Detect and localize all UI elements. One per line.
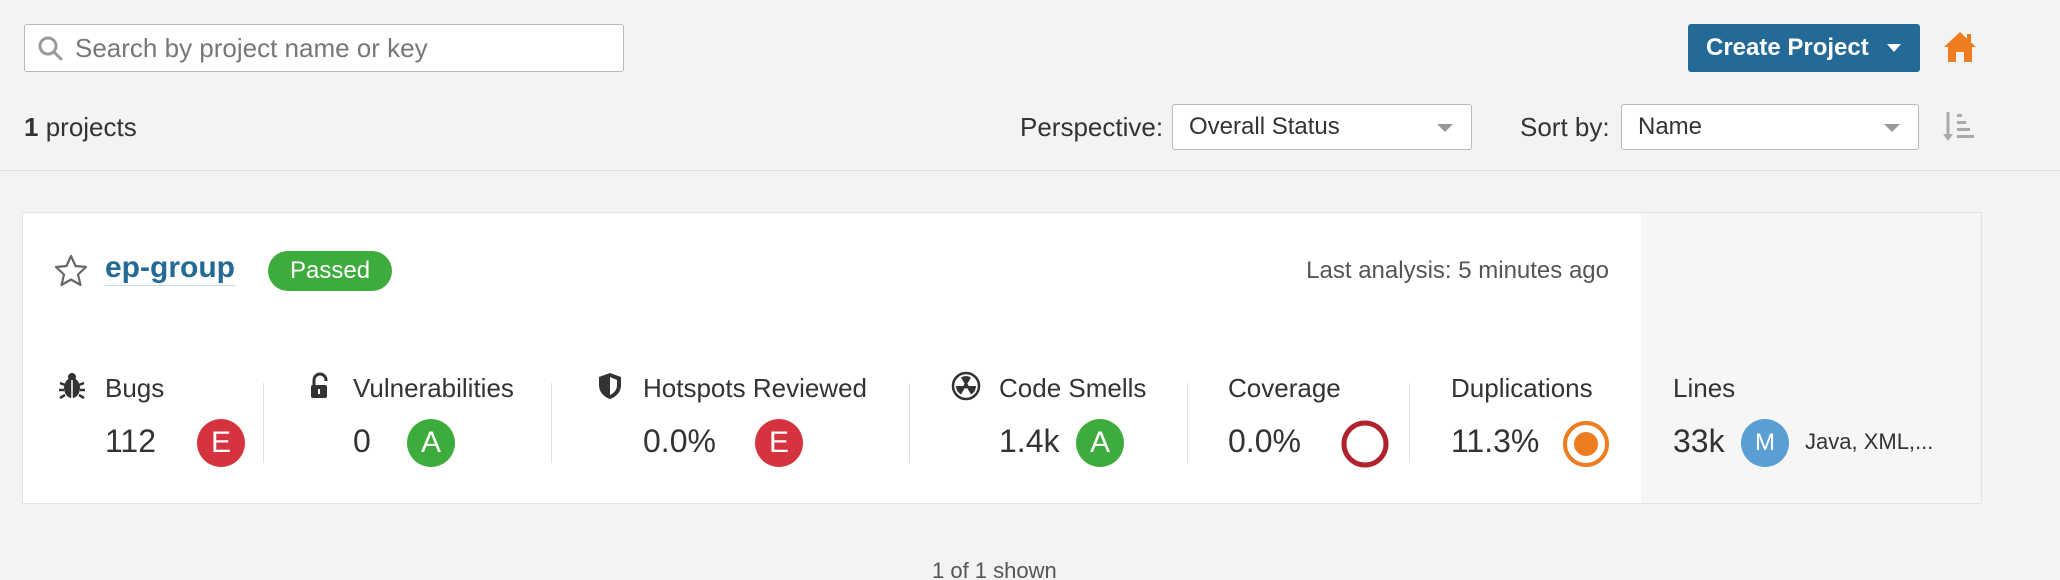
quality-gate-badge: Passed: [268, 251, 393, 291]
header-divider: [0, 170, 2060, 171]
metric-divider: [909, 383, 910, 463]
project-count-label: projects: [45, 112, 137, 142]
rating-badge: E: [197, 419, 245, 467]
metric-divider: [1409, 383, 1410, 463]
shield-icon: [599, 373, 621, 399]
project-name-link[interactable]: ep-group: [105, 251, 235, 286]
metric-title: Duplications: [1451, 373, 1593, 403]
rating-badge: A: [407, 419, 455, 467]
rating-badge: A: [1076, 419, 1124, 467]
metric-value: 33k: [1673, 423, 1725, 459]
project-card: ep-group Passed Last analysis: 5 minutes…: [22, 212, 1982, 504]
metric-value: 1.4k: [999, 423, 1060, 459]
star-icon[interactable]: [53, 253, 89, 289]
sort-order-icon[interactable]: [1942, 108, 1978, 144]
metric-value: 0: [353, 423, 371, 459]
bug-icon: [59, 373, 85, 400]
home-icon[interactable]: [1942, 30, 1978, 64]
metric-divider: [551, 383, 552, 463]
create-project-label: Create Project: [1706, 34, 1869, 61]
metric-title: Hotspots Reviewed: [643, 373, 867, 403]
caret-down-icon: [1886, 44, 1901, 52]
rating-badge: E: [755, 419, 803, 467]
chevron-down-icon: [1884, 124, 1900, 132]
metric-title: Lines: [1673, 373, 1736, 403]
search-box[interactable]: [24, 24, 624, 72]
metric-title: Coverage: [1228, 373, 1341, 403]
last-analysis: Last analysis: 5 minutes ago: [1306, 257, 1609, 284]
metric-title: Vulnerabilities: [353, 373, 514, 403]
perspective-select[interactable]: Overall Status: [1172, 104, 1472, 150]
perspective-value: Overall Status: [1189, 113, 1340, 140]
perspective-label: Perspective:: [1020, 112, 1164, 142]
languages-list: Java, XML,...: [1805, 429, 1934, 454]
sort-label: Sort by:: [1520, 112, 1610, 142]
radiation-icon: [951, 371, 981, 401]
metric-value: 0.0%: [643, 423, 716, 459]
unlock-icon: [311, 372, 328, 398]
project-count: 1 projects: [24, 112, 137, 143]
metric-value: 11.3%: [1451, 423, 1540, 459]
shown-count: 1 of 1 shown: [932, 558, 1057, 580]
search-input[interactable]: [75, 32, 615, 64]
sort-select[interactable]: Name: [1621, 104, 1919, 150]
project-count-number: 1: [24, 112, 39, 142]
metric-value: 0.0%: [1228, 423, 1301, 459]
duplications-ring-icon: [1563, 421, 1609, 467]
metric-title: Bugs: [105, 373, 165, 403]
coverage-ring-icon: [1341, 420, 1389, 468]
create-project-button[interactable]: Create Project: [1688, 24, 1920, 72]
metric-divider: [1187, 383, 1188, 463]
search-icon: [38, 36, 63, 61]
size-badge: M: [1741, 419, 1789, 467]
metric-divider: [263, 383, 264, 463]
sort-value: Name: [1638, 113, 1703, 140]
metric-value: 112: [105, 423, 157, 459]
chevron-down-icon: [1437, 124, 1453, 132]
metric-title: Code Smells: [999, 373, 1147, 403]
